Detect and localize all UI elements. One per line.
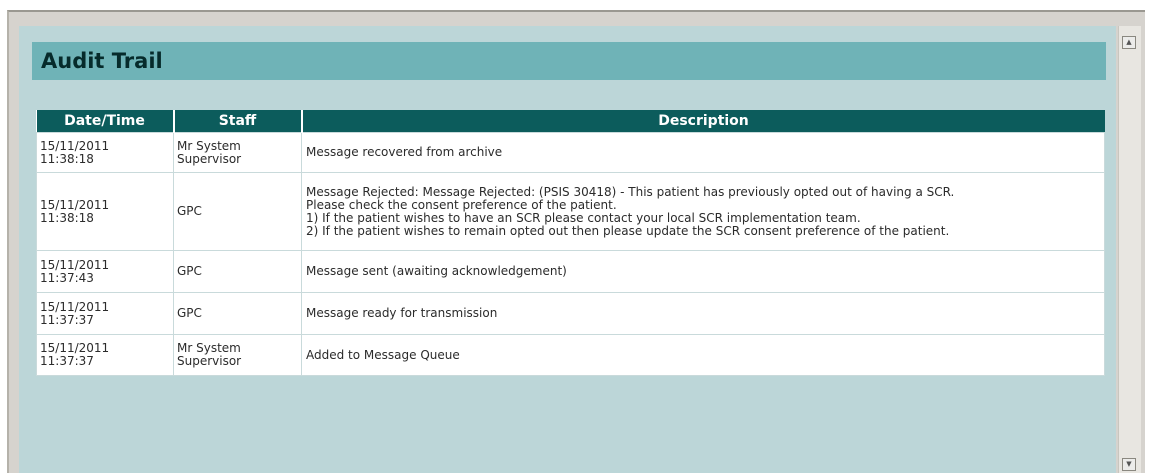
datetime-cell: 15/11/2011 11:37:43 [36, 250, 174, 293]
description-text: Added to Message Queue [306, 347, 460, 362]
description-cell: Message recovered from archive [301, 132, 1105, 173]
description-text: 1) If the patient wishes to have an SCR … [306, 210, 861, 225]
datetime-cell: 15/11/2011 11:37:37 [36, 292, 174, 335]
staff-text: Mr System [177, 138, 241, 153]
description-cell: Message Rejected: Message Rejected: (PSI… [301, 172, 1105, 251]
description-text: Message recovered from archive [306, 145, 503, 159]
scroll-down-arrow-icon[interactable]: ▼ [1122, 458, 1136, 471]
top-edge [0, 0, 1160, 10]
vertical-scrollbar[interactable]: ▲ ▼ [1118, 26, 1141, 473]
column-header-staff[interactable]: Staff [173, 110, 303, 133]
table-header-row: Date/Time Staff Description [36, 110, 1105, 133]
staff-cell: GPC [173, 172, 302, 251]
staff-cell: Mr System Supervisor [173, 132, 302, 173]
table-row[interactable]: 15/11/2011 11:37:37 Mr System Supervisor… [36, 334, 1105, 376]
description-text: 2) If the patient wishes to remain opted… [306, 223, 950, 238]
description-text: Message Rejected: Message Rejected: (PSI… [306, 184, 955, 199]
date-text: 15/11/2011 [40, 138, 110, 153]
staff-cell: GPC [173, 292, 302, 335]
column-header-datetime[interactable]: Date/Time [36, 110, 175, 133]
staff-cell: GPC [173, 250, 302, 293]
panel-title-bar: Audit Trail [32, 42, 1106, 80]
staff-text: GPC [177, 264, 202, 278]
description-text: Please check the consent preference of t… [306, 197, 617, 212]
staff-text: GPC [177, 204, 202, 218]
description-cell: Message ready for transmission [301, 292, 1105, 335]
time-text: 11:38:18 [40, 151, 94, 166]
time-text: 11:37:43 [40, 270, 94, 285]
staff-text: Supervisor [177, 354, 242, 368]
panel-title: Audit Trail [41, 49, 163, 73]
description-cell: Message sent (awaiting acknowledgement) [301, 250, 1105, 293]
datetime-cell: 15/11/2011 11:37:37 [36, 334, 174, 376]
scroll-up-arrow-icon[interactable]: ▲ [1122, 36, 1136, 49]
table-row[interactable]: 15/11/2011 11:37:43 GPC Message sent (aw… [36, 250, 1105, 293]
datetime-cell: 15/11/2011 11:38:18 [36, 172, 174, 251]
description-cell: Added to Message Queue [301, 334, 1105, 376]
audit-table: Date/Time Staff Description 15/11/2011 1… [36, 110, 1105, 376]
date-text: 15/11/2011 [40, 197, 110, 212]
staff-text: GPC [177, 306, 202, 320]
time-text: 11:38:18 [40, 210, 94, 225]
date-text: 15/11/2011 [40, 257, 110, 272]
staff-text: Supervisor [177, 151, 242, 166]
time-text: 11:37:37 [40, 312, 94, 327]
description-text: Message ready for transmission [306, 306, 498, 320]
table-row[interactable]: 15/11/2011 11:38:18 GPC Message Rejected… [36, 172, 1105, 251]
description-text: Message sent (awaiting acknowledgement) [306, 264, 567, 278]
date-text: 15/11/2011 [40, 299, 110, 314]
staff-cell: Mr System Supervisor [173, 334, 302, 376]
table-row[interactable]: 15/11/2011 11:37:37 GPC Message ready fo… [36, 292, 1105, 335]
time-text: 11:37:37 [40, 354, 94, 368]
column-header-description[interactable]: Description [301, 110, 1105, 133]
datetime-cell: 15/11/2011 11:38:18 [36, 132, 174, 173]
table-row[interactable]: 15/11/2011 11:38:18 Mr System Supervisor… [36, 132, 1105, 173]
